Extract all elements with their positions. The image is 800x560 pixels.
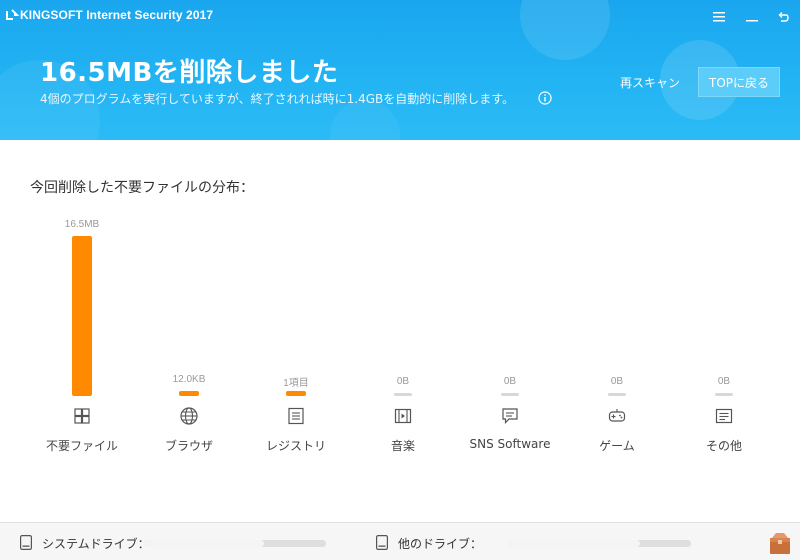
film-icon — [394, 408, 412, 424]
chart-column: 0B SNS Software — [455, 200, 565, 470]
chart-value-label: 16.5MB — [64, 219, 100, 230]
chart-bar — [394, 393, 412, 396]
system-drive-label: システムドライブ： — [42, 537, 150, 551]
footer-bar: システムドライブ： 他のドライブ： — [0, 522, 800, 560]
chart-category-label: レジストリ — [265, 439, 326, 453]
chart-column: 0B ゲーム — [562, 200, 672, 470]
chart-value-label: 12.0KB — [172, 374, 206, 385]
gamepad-icon — [608, 409, 626, 422]
other-drive-progress-fill — [509, 540, 641, 547]
drive-icon — [376, 535, 388, 550]
distribution-chart: 16.5MB 不要ファイル 12.0KB ブラウザ 1項目レジストリ 0B 音楽 0B SNS … — [0, 200, 800, 470]
menu-button[interactable] — [708, 6, 730, 28]
info-icon[interactable] — [538, 91, 552, 105]
chart-bar — [501, 393, 519, 396]
chart-category-label: ブラウザ — [164, 439, 213, 453]
back-arrow-icon — [778, 12, 789, 22]
chart-column: 0B 音楽 — [348, 200, 458, 470]
chart-value-label: 0B — [503, 376, 517, 387]
back-close-button[interactable] — [772, 6, 794, 28]
result-subline: 4個のプログラムを実行していますが、終了されれば時に1.4GBを自動的に削除しま… — [40, 92, 515, 106]
chart-value-label: 1項目 — [283, 378, 309, 389]
chart-value-label: 0B — [610, 376, 624, 387]
note-icon — [715, 408, 733, 424]
chart-column: 16.5MB 不要ファイル — [27, 200, 137, 470]
chart-category-label: 不要ファイル — [45, 439, 118, 453]
chart-value-label: 0B — [717, 376, 731, 387]
chart-column: 1項目レジストリ — [241, 200, 351, 470]
chart-category-label: その他 — [705, 439, 742, 453]
kingsoft-logo-icon — [6, 9, 20, 20]
chart-category-label: SNS Software — [469, 437, 551, 451]
other-drive-label: 他のドライブ： — [398, 537, 483, 551]
title-bar: KINGSOFT Internet Security 2017 — [0, 0, 800, 32]
chat-icon — [502, 408, 518, 424]
drive-icon — [20, 535, 32, 550]
list-icon — [288, 407, 304, 425]
chart-bar — [179, 391, 199, 396]
back-to-top-button[interactable]: TOPに戻る — [698, 67, 780, 97]
chart-column: 0B その他 — [669, 200, 779, 470]
globe-icon — [180, 407, 198, 425]
section-title: 今回削除した不要ファイルの分布： — [30, 180, 254, 196]
chart-column: 12.0KB ブラウザ — [134, 200, 244, 470]
system-drive-progress-fill — [144, 540, 265, 547]
rescan-link[interactable]: 再スキャン — [620, 74, 680, 91]
chart-bar — [72, 236, 92, 396]
other-drive-progress — [509, 540, 691, 547]
minimize-icon — [746, 20, 758, 22]
hamburger-icon — [713, 12, 725, 22]
result-headline: 16.5MBを削除しました — [40, 58, 339, 88]
chart-value-label: 0B — [396, 376, 410, 387]
chart-category-label: 音楽 — [390, 439, 415, 453]
app-title: KINGSOFT Internet Security 2017 — [20, 8, 214, 22]
chart-bar — [715, 393, 733, 396]
package-icon[interactable] — [768, 531, 792, 555]
chart-bar — [608, 393, 626, 396]
windows-icon — [74, 408, 90, 424]
header-banner: KINGSOFT Internet Security 2017 16.5MBを削… — [0, 0, 800, 140]
system-drive-progress — [144, 540, 326, 547]
minimize-button[interactable] — [741, 6, 763, 28]
chart-category-label: ゲーム — [599, 439, 635, 453]
chart-bar — [286, 391, 306, 396]
